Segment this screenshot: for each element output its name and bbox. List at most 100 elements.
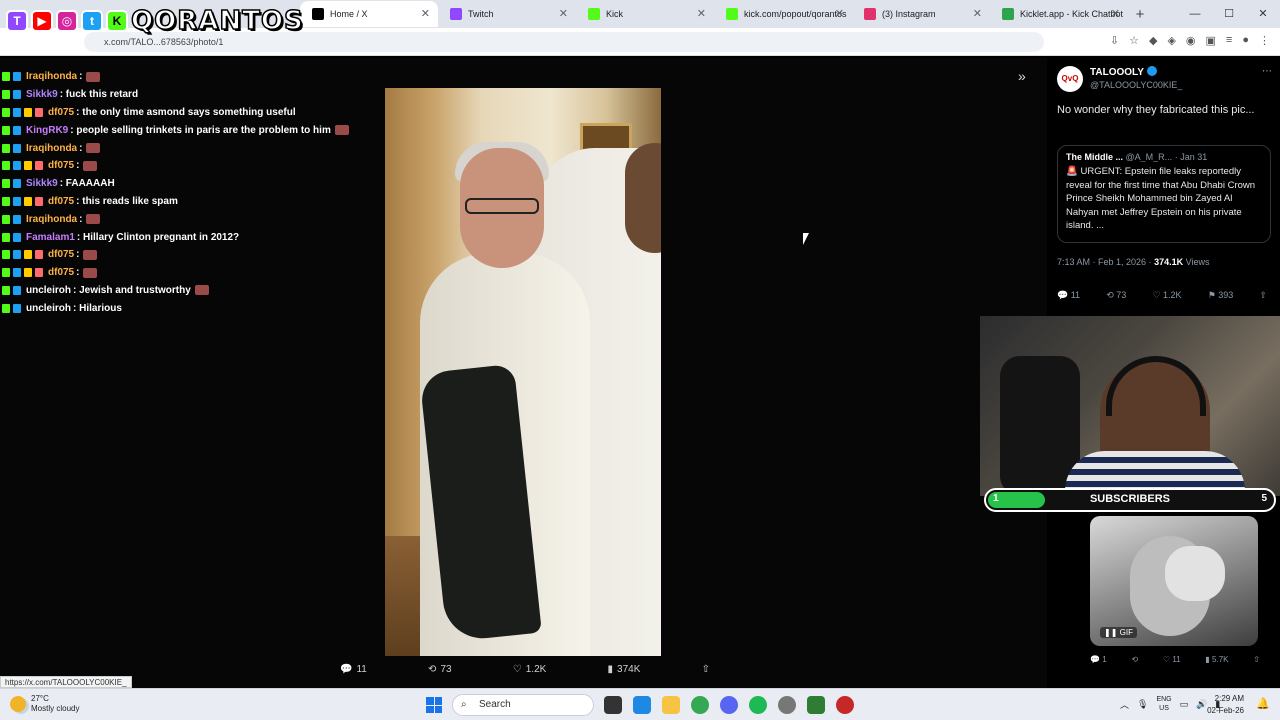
share-button[interactable]: ⇧ xyxy=(702,664,710,675)
bookmark-star-icon[interactable]: ☆ xyxy=(1129,34,1139,47)
browser-tab[interactable]: kick.com/popout/qorantos ✕ xyxy=(714,1,852,27)
like-count: 1.2K xyxy=(525,664,547,675)
bookmark-button[interactable]: ⚑ 393 xyxy=(1208,290,1234,301)
browser-menu-icon[interactable]: ⋮ xyxy=(1259,34,1270,47)
reply-button[interactable]: 💬 11 xyxy=(340,664,367,675)
share-icon: ⇧ xyxy=(701,664,710,675)
subscriber-label: SUBSCRIBERS xyxy=(1089,493,1171,505)
chat-username[interactable]: df075 xyxy=(48,107,74,118)
tab-close-icon[interactable]: ✕ xyxy=(421,7,430,20)
spotify-icon[interactable] xyxy=(749,696,767,714)
copilot-icon[interactable] xyxy=(633,696,651,714)
reply-gif[interactable]: ❚❚ GIF xyxy=(1090,516,1258,646)
install-icon[interactable]: ⇩ xyxy=(1110,34,1119,47)
repost-button[interactable]: ⟲ xyxy=(1131,655,1138,664)
app-icon[interactable] xyxy=(807,696,825,714)
network-icon[interactable]: ▭ xyxy=(1180,699,1189,710)
share-button[interactable]: ⇧ xyxy=(1259,290,1267,301)
extension-icon[interactable]: ◆ xyxy=(1149,34,1157,47)
repost-button[interactable]: ⟲ 73 xyxy=(428,664,452,675)
chat-badge-icon xyxy=(24,250,32,260)
quoted-tweet[interactable]: The Middle ... @A_M_R... · Jan 31 🚨 URGE… xyxy=(1057,145,1271,243)
tray-overflow-icon[interactable]: ︿ xyxy=(1120,698,1129,711)
new-tab-button[interactable]: + xyxy=(1128,6,1152,23)
tab-close-icon[interactable]: ✕ xyxy=(559,7,568,20)
views-button[interactable]: ▮ 374K xyxy=(608,664,641,675)
tab-close-icon[interactable]: ✕ xyxy=(835,7,844,20)
reading-list-icon[interactable]: ≡ xyxy=(1226,34,1232,47)
volume-icon[interactable]: 🔊 xyxy=(1196,699,1207,710)
discord-icon[interactable] xyxy=(720,696,738,714)
chat-username[interactable]: KingRK9 xyxy=(26,125,68,136)
like-button[interactable]: ♡ 1.2K xyxy=(1152,290,1181,301)
author-name[interactable]: TALOOOLY xyxy=(1090,66,1157,78)
start-button[interactable] xyxy=(426,697,442,713)
notification-bell-icon[interactable]: 🔔 xyxy=(1256,697,1270,710)
repost-button[interactable]: ⟲ 73 xyxy=(1106,290,1126,301)
chat-username[interactable]: df075 xyxy=(48,267,74,278)
chat-username[interactable]: uncleiroh xyxy=(26,303,71,314)
chrome-icon[interactable] xyxy=(691,696,709,714)
author-handle[interactable]: @TALOOOLYC00KIE_ xyxy=(1090,80,1182,90)
chat-message: Iraqihonda: xyxy=(2,139,382,157)
tab-close-icon[interactable]: ✕ xyxy=(1111,7,1120,20)
like-button[interactable]: ♡ 1.2K xyxy=(513,664,547,675)
chat-message: uncleiroh: Jewish and trustworthy xyxy=(2,282,382,300)
obs-icon[interactable] xyxy=(778,696,796,714)
chat-emote-icon xyxy=(86,71,101,82)
file-explorer-icon[interactable] xyxy=(662,696,680,714)
more-icon[interactable]: ⋯ xyxy=(1262,66,1272,77)
chat-username[interactable]: Iraqihonda xyxy=(26,71,77,82)
chat-username[interactable]: Sikkk9 xyxy=(26,89,58,100)
language-indicator[interactable]: ENG US xyxy=(1156,695,1171,713)
chat-username[interactable]: Iraqihonda xyxy=(26,214,77,225)
clock[interactable]: 2:29 AM 02-Feb-26 xyxy=(1207,693,1244,717)
minimize-icon[interactable]: — xyxy=(1178,0,1212,28)
tab-favicon-icon xyxy=(864,8,876,20)
youtube-icon: ▶ xyxy=(31,10,53,32)
extension-icon[interactable]: ◈ xyxy=(1167,34,1175,47)
chat-message: KingRK9: people selling trinkets in pari… xyxy=(2,121,382,139)
app-icon[interactable] xyxy=(836,696,854,714)
extension-icon[interactable]: ◉ xyxy=(1186,34,1196,47)
tab-close-icon[interactable]: ✕ xyxy=(697,7,706,20)
tweet-photo[interactable] xyxy=(385,88,661,656)
maximize-icon[interactable]: ☐ xyxy=(1212,0,1246,28)
gif-pause-button[interactable]: ❚❚ GIF xyxy=(1100,627,1137,638)
reply-button[interactable]: 💬 1 xyxy=(1090,655,1107,664)
reply-button[interactable]: 💬 11 xyxy=(1057,290,1080,301)
task-view-icon[interactable] xyxy=(604,696,622,714)
chat-username[interactable]: df075 xyxy=(48,160,74,171)
chat-username[interactable]: df075 xyxy=(48,249,74,260)
taskbar-search[interactable]: ⌕ Search xyxy=(452,694,594,716)
microphone-icon[interactable]: 🎙 xyxy=(1137,699,1148,710)
chat-username[interactable]: Sikkk9 xyxy=(26,178,58,189)
browser-tab[interactable]: Home / X ✕ xyxy=(300,1,438,27)
chat-username[interactable]: uncleiroh xyxy=(26,285,71,296)
share-button[interactable]: ⇧ xyxy=(1253,655,1260,664)
avatar[interactable]: QvQ xyxy=(1057,66,1083,92)
tab-title: kick.com/popout/qorantos xyxy=(744,9,847,19)
browser-tab[interactable]: Twitch ✕ xyxy=(438,1,576,27)
browser-tab[interactable]: Kicklet.app - Kick Chatbot ✕ xyxy=(990,1,1128,27)
chat-username[interactable]: Famalam1 xyxy=(26,232,75,243)
chat-message: Iraqihonda: xyxy=(2,210,382,228)
chat-message: Famalam1: Hillary Clinton pregnant in 20… xyxy=(2,228,382,246)
chat-badge-icon xyxy=(2,161,10,171)
like-button[interactable]: ♡ 11 xyxy=(1163,655,1181,664)
views-button[interactable]: ▮ 5.7K xyxy=(1205,655,1228,664)
tweet-actions: 💬 11 ⟲ 73 ♡ 1.2K ⚑ 393 ⇧ xyxy=(1057,290,1267,301)
chat-username[interactable]: df075 xyxy=(48,196,74,207)
chat-username[interactable]: Iraqihonda xyxy=(26,143,77,154)
tab-close-icon[interactable]: ✕ xyxy=(973,7,982,20)
close-window-icon[interactable]: ✕ xyxy=(1246,0,1280,28)
weather-widget[interactable]: 27°C Mostly cloudy xyxy=(10,694,79,714)
browser-tab[interactable]: (3) Instagram ✕ xyxy=(852,1,990,27)
chat-badge-icon xyxy=(13,214,21,224)
chat-badge-icon xyxy=(13,179,21,189)
collapse-panel-icon[interactable]: » xyxy=(1018,68,1026,84)
browser-tab[interactable]: Kick ✕ xyxy=(576,1,714,27)
extensions-puzzle-icon[interactable]: ▣ xyxy=(1206,34,1216,47)
weather-icon xyxy=(10,696,26,712)
profile-avatar[interactable]: ● xyxy=(1242,34,1249,47)
